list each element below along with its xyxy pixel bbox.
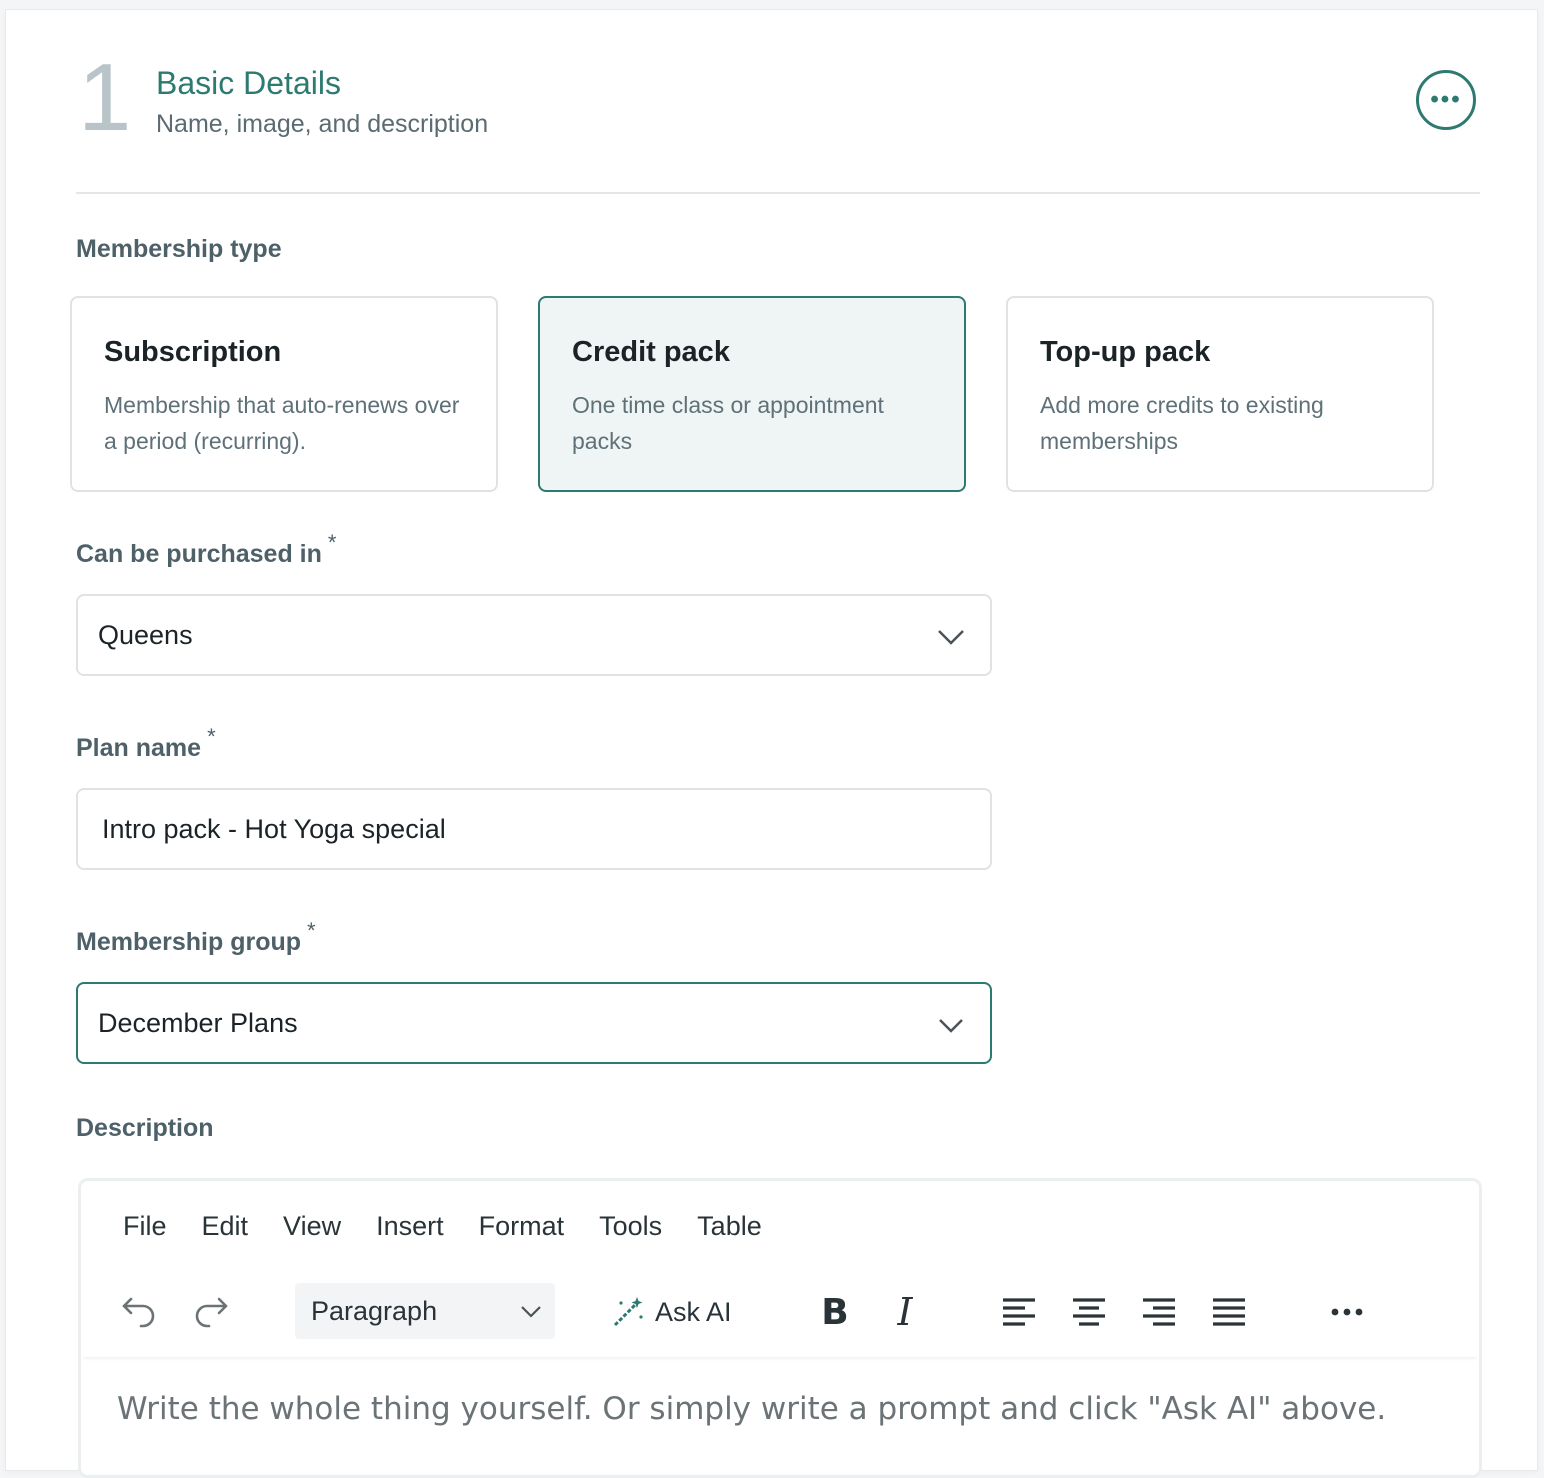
align-justify-button[interactable] [1207, 1289, 1251, 1335]
redo-icon [195, 1297, 228, 1328]
bold-button[interactable]: B [811, 1287, 859, 1337]
menu-table[interactable]: Table [697, 1211, 762, 1242]
italic-icon: I [897, 1290, 913, 1334]
block-format-select[interactable]: Paragraph [295, 1283, 555, 1339]
step-number: 1 [78, 44, 132, 151]
menu-insert[interactable]: Insert [376, 1211, 444, 1242]
redo-button[interactable] [187, 1287, 235, 1335]
block-format-value: Paragraph [311, 1295, 438, 1326]
rich-text-editor: File Edit View Insert Format Tools Table… [78, 1178, 1482, 1478]
magic-wand-icon [613, 1297, 643, 1327]
align-right-button[interactable] [1137, 1289, 1181, 1335]
plan-name-label: Plan name * [76, 724, 216, 763]
purchase-location-label: Can be purchased in * [76, 530, 336, 569]
type-option-description: Add more credits to existing memberships [1040, 392, 1324, 454]
editor-placeholder: Write the whole thing yourself. Or simpl… [117, 1391, 1387, 1427]
more-options-button[interactable]: ••• [1416, 70, 1476, 130]
more-tools-button[interactable] [1323, 1289, 1371, 1335]
type-option-title: Top-up pack [1040, 336, 1211, 368]
membership-type-top-up-pack[interactable]: Top-up pack Add more credits to existing… [1006, 296, 1434, 492]
menu-view[interactable]: View [283, 1211, 341, 1242]
menu-format[interactable]: Format [479, 1211, 565, 1242]
chevron-down-icon [521, 1306, 541, 1318]
chevron-down-icon [939, 1019, 963, 1033]
type-option-description: One time class or appointment packs [572, 392, 884, 454]
ellipsis-icon: ••• [1430, 86, 1462, 113]
step-subtitle: Name, image, and description [156, 110, 489, 138]
required-mark: * [327, 530, 337, 555]
ask-ai-button[interactable]: Ask AI [611, 1287, 732, 1337]
membership-group-value: December Plans [98, 1007, 298, 1038]
italic-button[interactable]: I [881, 1287, 929, 1337]
type-option-description: Membership that auto-renews over a perio… [104, 392, 460, 454]
membership-group-label-text: Membership group [76, 928, 302, 956]
plan-name-value: Intro pack - Hot Yoga special [102, 813, 446, 844]
type-option-title: Subscription [104, 336, 282, 368]
menu-tools[interactable]: Tools [599, 1211, 662, 1242]
editor-content-area[interactable]: Write the whole thing yourself. Or simpl… [117, 1391, 1386, 1427]
purchase-location-select[interactable]: Queens [76, 594, 992, 676]
align-justify-icon [1213, 1298, 1245, 1326]
align-left-icon [1003, 1298, 1035, 1326]
membership-type-credit-pack[interactable]: Credit pack One time class or appointmen… [538, 296, 966, 492]
menu-file[interactable]: File [123, 1211, 167, 1242]
menu-edit[interactable]: Edit [202, 1211, 249, 1242]
type-option-title: Credit pack [572, 336, 730, 368]
plan-name-input[interactable]: Intro pack - Hot Yoga special [76, 788, 992, 870]
basic-details-card: 1 Basic Details Name, image, and descrip… [6, 10, 1537, 1478]
align-right-icon [1143, 1298, 1175, 1326]
required-mark: * [307, 918, 316, 943]
purchase-location-value: Queens [98, 619, 193, 650]
membership-type-subscription[interactable]: Subscription Membership that auto-renews… [70, 296, 498, 492]
bold-icon: B [821, 1291, 849, 1333]
undo-button[interactable] [115, 1287, 163, 1335]
align-center-button[interactable] [1067, 1289, 1111, 1335]
step-title: Basic Details [156, 65, 341, 101]
align-center-icon [1073, 1298, 1105, 1326]
membership-type-label: Membership type [76, 235, 282, 263]
plan-name-label-text: Plan name [76, 734, 202, 762]
align-left-button[interactable] [997, 1289, 1041, 1335]
editor-menubar: File Edit View Insert Format Tools Table [123, 1211, 797, 1242]
header-divider [76, 192, 1480, 194]
ellipsis-icon [1331, 1308, 1363, 1316]
membership-group-select[interactable]: December Plans [76, 982, 992, 1064]
membership-group-label: Membership group * [76, 918, 316, 957]
description-label: Description [76, 1114, 214, 1142]
chevron-down-icon [938, 630, 964, 645]
undo-icon [122, 1297, 155, 1328]
ask-ai-label: Ask AI [655, 1296, 732, 1327]
purchase-location-label-text: Can be purchased in [76, 540, 322, 568]
required-mark: * [207, 724, 216, 749]
editor-toolbar: Paragraph Ask AI B I [81, 1273, 1479, 1357]
